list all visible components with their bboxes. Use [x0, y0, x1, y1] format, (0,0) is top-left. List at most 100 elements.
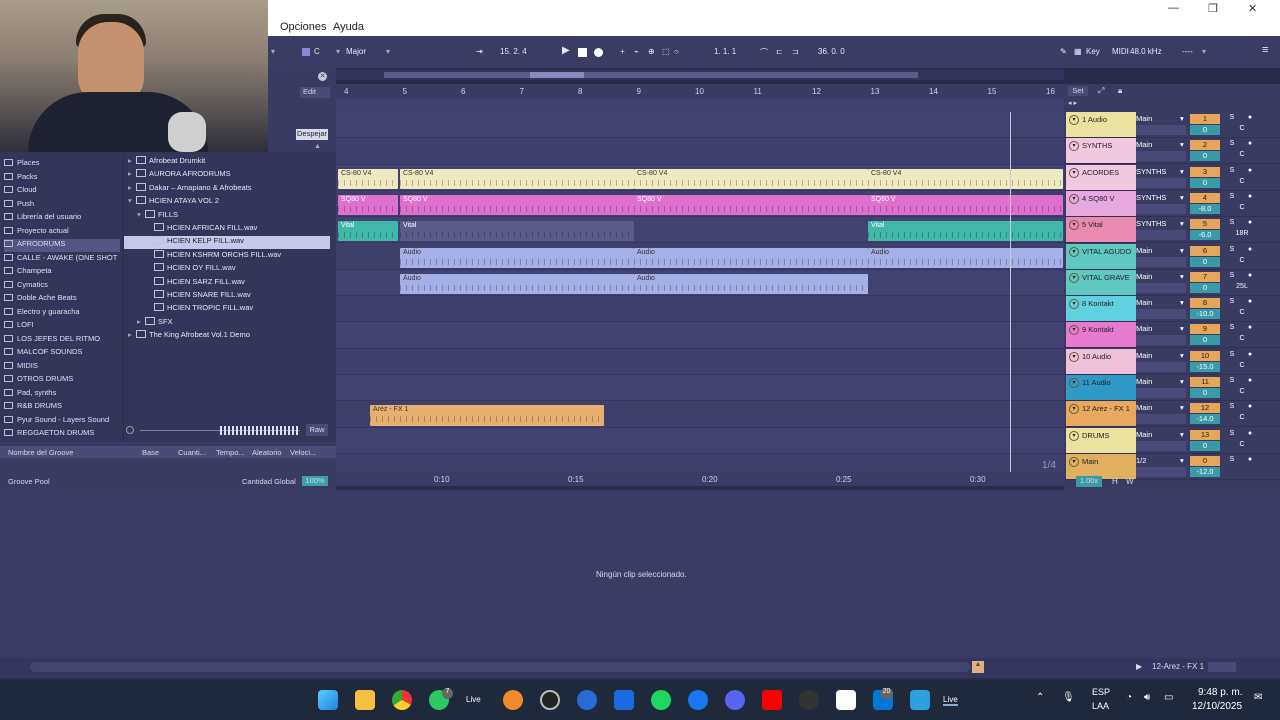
store-icon[interactable] [910, 690, 930, 710]
track-name[interactable]: ▾ VITAL AGUDO [1066, 243, 1136, 269]
solo-button[interactable]: S [1226, 193, 1238, 203]
sidebar-item[interactable]: REGGAETON DRUMS [4, 428, 120, 441]
output-routing[interactable]: SYNTHS [1136, 193, 1186, 203]
folder-item[interactable]: ▸ AURORA AFRODRUMS [124, 169, 330, 182]
tray-chevron-icon[interactable]: ⌃ [1036, 692, 1044, 703]
fold-icon[interactable]: ▾ [1069, 246, 1079, 257]
status-up-icon[interactable]: ▲ [972, 661, 984, 673]
track-number[interactable]: 11 [1190, 377, 1220, 387]
track-lane[interactable] [336, 427, 1064, 454]
solo-button[interactable]: S [1226, 272, 1238, 282]
expand-arrow-icon[interactable]: ▸ [128, 330, 136, 339]
input-routing[interactable] [1136, 177, 1186, 188]
file-item[interactable]: HCIEN AFRICAN FILL.wav [124, 223, 330, 236]
track-lane[interactable] [336, 375, 1064, 402]
clip[interactable]: Audio [400, 247, 634, 268]
sidebar-item[interactable]: R&B DRUMS [4, 401, 120, 414]
input-routing[interactable] [1136, 440, 1186, 451]
arm-icon[interactable]: ● [1244, 272, 1256, 282]
track-number[interactable]: 3 [1190, 166, 1220, 177]
w-button[interactable]: W [1126, 477, 1134, 486]
solo-button[interactable]: S [1226, 114, 1238, 124]
file-item[interactable]: HCIEN KSHRM ORCHS FILL.wav [124, 249, 330, 263]
solo-button[interactable]: S [1226, 456, 1238, 466]
track-volume[interactable]: -12.0 [1190, 466, 1220, 477]
outlook-icon[interactable] [614, 690, 634, 710]
notification-icon[interactable]: ✉ [1254, 692, 1262, 703]
wifi-icon[interactable]: ◔ [1126, 692, 1132, 703]
track-name[interactable]: ▾ 11 Audio [1066, 375, 1136, 400]
track-number[interactable]: 2 [1190, 140, 1220, 151]
clip[interactable]: CS-80 V4 [634, 168, 868, 189]
input-routing[interactable] [1136, 151, 1186, 162]
grid-fraction[interactable]: 1/4 [1042, 460, 1056, 471]
expand-arrow-icon[interactable]: ▾ [128, 196, 136, 205]
track-pan[interactable]: C [1228, 178, 1256, 188]
output-routing[interactable]: SYNTHS [1136, 167, 1186, 177]
edge-icon[interactable] [577, 690, 597, 710]
file-item[interactable]: HCIEN OY FILL.wav [124, 263, 330, 276]
track-volume[interactable]: 0 [1190, 177, 1220, 188]
capcut-icon[interactable] [836, 690, 856, 710]
facebook-icon[interactable] [688, 690, 708, 710]
fl-studio-icon[interactable] [503, 690, 523, 710]
file-explorer-icon[interactable] [355, 690, 375, 710]
fold-icon[interactable]: ▾ [1069, 351, 1079, 362]
track-pan[interactable]: 25L [1228, 283, 1256, 293]
sidebar-item[interactable]: LOFI [4, 320, 120, 333]
arm-icon[interactable]: ● [1244, 430, 1256, 440]
track-pan[interactable] [1228, 467, 1256, 477]
folder-item[interactable]: ▾ HCIEN ATAYA VOL 2 [124, 196, 330, 209]
solo-button[interactable]: S [1226, 246, 1238, 256]
loop-switch-icon[interactable]: ⌒ [760, 47, 768, 58]
output-routing[interactable]: Main [1136, 430, 1186, 440]
sidebar-item[interactable]: Push [4, 199, 120, 212]
input-routing[interactable] [1136, 414, 1186, 425]
song-position[interactable]: 15. 2. 4 [500, 47, 527, 56]
track-pan[interactable]: C [1228, 362, 1256, 372]
clip[interactable]: SQ80 V [400, 194, 634, 216]
menu-help[interactable]: Ayuda [333, 21, 364, 33]
sidebar-item[interactable]: Proyecto actual [4, 226, 120, 239]
input-routing[interactable] [1136, 125, 1186, 135]
maximize-button[interactable]: ❐ [1208, 2, 1218, 15]
sidebar-item[interactable]: AFRODRUMS [4, 239, 120, 252]
youtube-icon[interactable] [762, 690, 782, 710]
clock-time[interactable]: 9:48 p. m. [1198, 687, 1242, 698]
input-routing[interactable] [1136, 230, 1186, 241]
track-pan[interactable]: C [1228, 257, 1256, 267]
volume-icon[interactable]: 🔊︎ [1144, 692, 1150, 703]
track-pan[interactable]: C [1228, 151, 1256, 161]
scroll-left-icon[interactable]: ◂ ▸ [1068, 99, 1077, 107]
loop-start[interactable]: 1. 1. 1 [714, 47, 736, 56]
key-map-button[interactable]: Key [1086, 47, 1100, 56]
solo-button[interactable]: S [1226, 219, 1238, 229]
folder-item[interactable]: ▸ Dakar – Amapiano & Afrobeats [124, 182, 330, 196]
output-routing[interactable]: SYNTHS [1136, 219, 1186, 229]
sidebar-item[interactable]: Pyur Sound - Layers Sound [4, 415, 120, 428]
pro-tools-icon[interactable] [540, 690, 560, 710]
clock-date[interactable]: 12/10/2025 [1192, 701, 1242, 712]
track-number[interactable]: 9 [1190, 324, 1220, 335]
track-volume[interactable]: -15.0 [1190, 361, 1220, 372]
track-number[interactable]: 7 [1190, 271, 1220, 282]
arrangement-overview[interactable] [336, 70, 1064, 80]
track-pan[interactable]: C [1228, 309, 1256, 319]
output-routing[interactable]: Main [1136, 246, 1186, 256]
close-icon[interactable]: ✕ [318, 72, 327, 81]
input-routing[interactable] [1136, 282, 1186, 293]
input-routing[interactable] [1136, 335, 1186, 346]
fold-icon[interactable]: ▾ [1069, 272, 1079, 283]
sidebar-item[interactable]: MALCOF SOUNDS [4, 347, 120, 360]
sidebar-item[interactable]: Doble Ache Beats [4, 293, 120, 306]
status-scroll[interactable] [30, 662, 970, 672]
automation-icon[interactable]: ⌁ [634, 47, 639, 56]
punch-in-icon[interactable]: ⊏ [776, 47, 783, 56]
overdub-icon[interactable]: + [620, 47, 625, 56]
expand-arrow-icon[interactable]: ▸ [128, 169, 136, 178]
punch-out-icon[interactable]: ⊐ [792, 47, 799, 56]
sidebar-item[interactable]: LOS JEFES DEL RITMO [4, 334, 120, 347]
input-routing[interactable] [1136, 388, 1186, 398]
language-region[interactable]: LAA [1092, 701, 1109, 711]
solo-button[interactable]: S [1226, 324, 1238, 334]
